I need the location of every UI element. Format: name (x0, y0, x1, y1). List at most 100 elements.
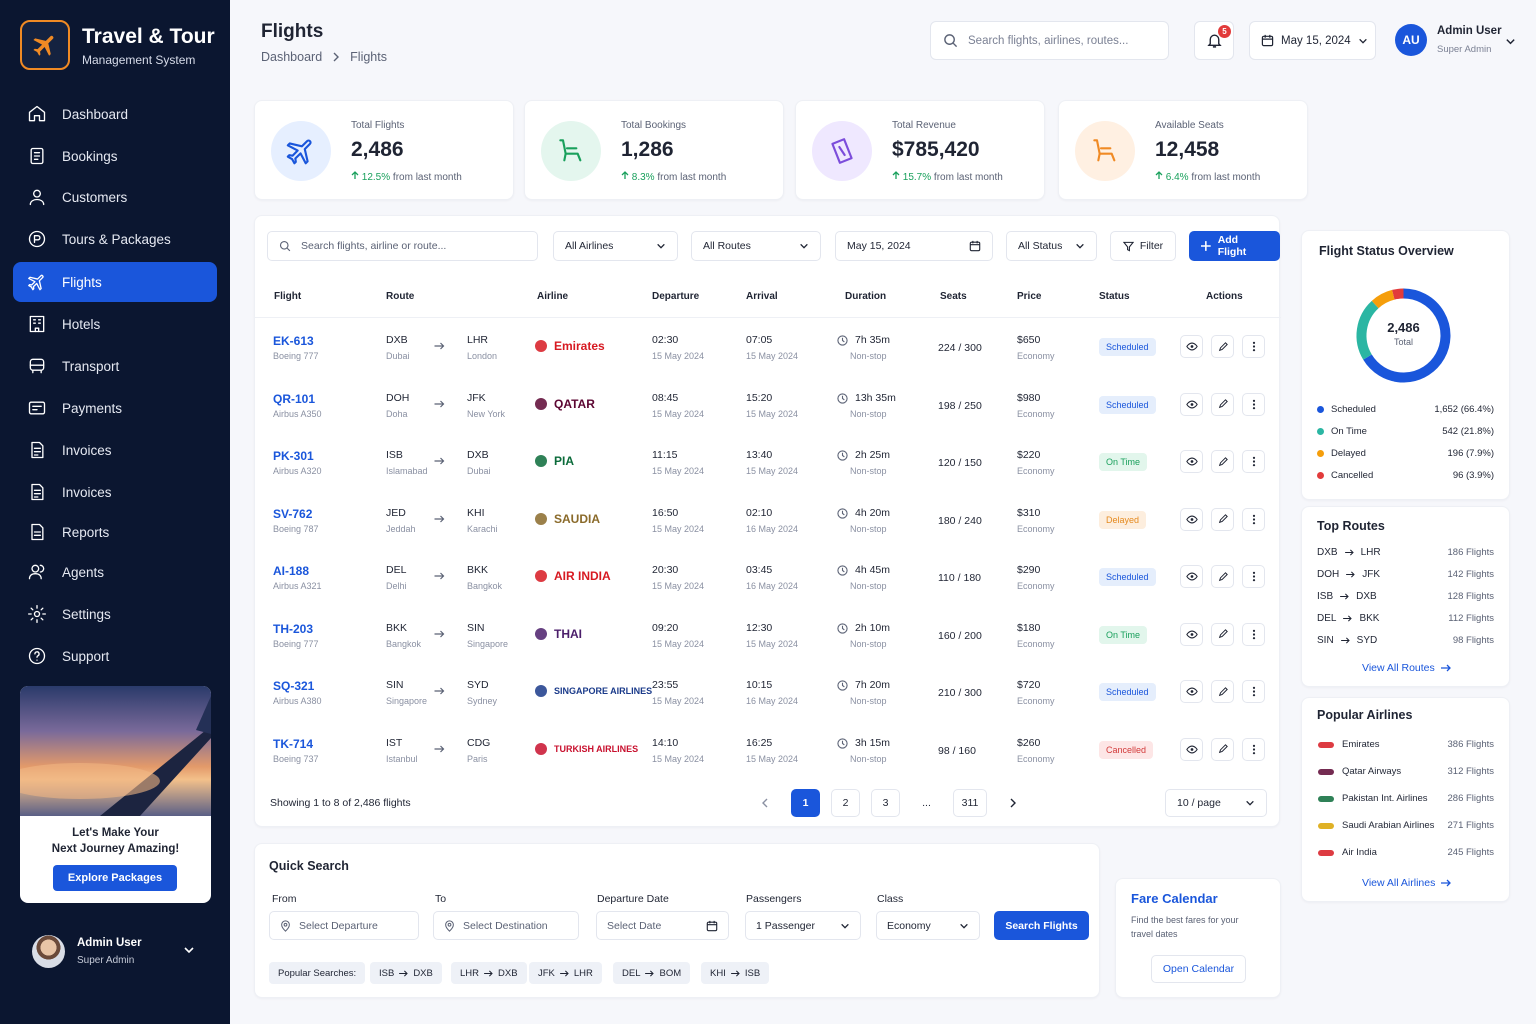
more-options-button[interactable] (1242, 335, 1265, 358)
page-button[interactable]: 2 (831, 789, 860, 817)
sidebar-item-invoices[interactable]: Invoices (13, 430, 217, 470)
airline-item[interactable]: Qatar Airways (1317, 766, 1401, 777)
date-selector[interactable]: May 15, 2024 (1249, 21, 1376, 60)
view-button[interactable] (1180, 737, 1203, 761)
table-row[interactable]: AI-188 Airbus A321 DEL Delhi BKK Bangkok… (255, 548, 1281, 605)
passengers-select[interactable]: 1 Passenger (745, 911, 861, 940)
sidebar-item-settings[interactable]: Settings (13, 594, 217, 634)
popular-search-chip[interactable]: ISB DXB (370, 962, 442, 984)
table-search-input[interactable]: Search flights, airline or route... (267, 231, 538, 261)
more-options-button[interactable] (1242, 507, 1265, 531)
class-select[interactable]: Economy (876, 911, 980, 940)
per-page-select[interactable]: 10 / page (1165, 789, 1267, 817)
add-flight-button[interactable]: Add Flight (1189, 231, 1280, 261)
top-route-item[interactable]: DEL BKK (1317, 613, 1379, 624)
more-options-button[interactable] (1242, 450, 1265, 473)
explore-packages-button[interactable]: Explore Packages (53, 865, 177, 891)
table-row[interactable]: TH-203 Boeing 777 BKK Bangkok SIN Singap… (255, 606, 1281, 663)
sidebar-item-agents[interactable]: Agents (13, 552, 217, 592)
top-route-item[interactable]: ISB DXB (1317, 591, 1377, 602)
sidebar-item-invoices[interactable]: Invoices (13, 472, 217, 512)
view-all-airlines-link[interactable]: View All Airlines (1362, 877, 1452, 889)
edit-button[interactable] (1211, 680, 1234, 703)
view-button[interactable] (1180, 622, 1203, 646)
airlines-dropdown[interactable]: All Airlines (553, 231, 678, 261)
table-row[interactable]: SQ-321 Airbus A380 SIN Singapore SYD Syd… (255, 663, 1281, 720)
departure-field[interactable]: Select Departure (269, 911, 419, 940)
sidebar-item-transport[interactable]: Transport (13, 346, 217, 386)
flight-code-link[interactable]: QR-101 (273, 392, 315, 406)
table-row[interactable]: SV-762 Boeing 787 JED Jeddah KHI Karachi… (255, 491, 1281, 548)
routes-dropdown[interactable]: All Routes (691, 231, 821, 261)
flight-code-link[interactable]: AI-188 (273, 564, 309, 578)
more-options-button[interactable] (1242, 737, 1265, 761)
departure-date-field[interactable]: Select Date (596, 911, 729, 940)
filter-button[interactable]: Filter (1110, 231, 1176, 261)
sidebar-item-reports[interactable]: Reports (13, 512, 217, 552)
table-date-picker[interactable]: May 15, 2024 (835, 231, 993, 261)
sidebar-item-flights[interactable]: Flights (13, 262, 217, 302)
next-page-button[interactable] (998, 789, 1027, 817)
view-button[interactable] (1180, 450, 1203, 473)
sidebar-item-hotels[interactable]: Hotels (13, 304, 217, 344)
popular-search-chip[interactable]: KHI ISB (701, 962, 770, 984)
airline-item[interactable]: Pakistan Int. Airlines (1317, 793, 1428, 804)
edit-button[interactable] (1211, 737, 1234, 761)
top-route-item[interactable]: DOH JFK (1317, 569, 1380, 580)
more-options-button[interactable] (1242, 565, 1265, 588)
flight-code-link[interactable]: PK-301 (273, 449, 314, 463)
popular-search-chip[interactable]: DEL BOM (613, 962, 691, 984)
table-row[interactable]: TK-714 Boeing 737 IST Istanbul CDG Paris… (255, 721, 1281, 778)
status-dropdown[interactable]: All Status (1006, 231, 1097, 261)
page-button[interactable]: 311 (953, 789, 987, 817)
sidebar-item-customers[interactable]: Customers (13, 177, 217, 217)
chevron-down-icon[interactable] (1505, 36, 1516, 47)
page-button[interactable]: 3 (871, 789, 900, 817)
breadcrumb-dashboard[interactable]: Dashboard (261, 50, 322, 64)
open-calendar-button[interactable]: Open Calendar (1151, 955, 1246, 983)
view-button[interactable] (1180, 335, 1203, 358)
global-search-input[interactable]: Search flights, airlines, routes... (930, 21, 1169, 60)
view-all-routes-link[interactable]: View All Routes (1362, 662, 1451, 674)
flight-code-link[interactable]: TH-203 (273, 622, 313, 636)
edit-button[interactable] (1211, 565, 1234, 588)
popular-search-chip[interactable]: JFK LHR (529, 962, 602, 984)
sidebar-item-bookings[interactable]: Bookings (13, 136, 217, 176)
airline-item[interactable]: Saudi Arabian Airlines (1317, 820, 1434, 831)
avatar[interactable] (32, 935, 65, 968)
edit-button[interactable] (1211, 622, 1234, 646)
sidebar-item-dashboard[interactable]: Dashboard (13, 94, 217, 134)
more-options-button[interactable] (1242, 622, 1265, 646)
top-route-item[interactable]: DXB LHR (1317, 547, 1381, 558)
edit-button[interactable] (1211, 507, 1234, 531)
prev-page-button[interactable] (750, 789, 779, 817)
table-row[interactable]: PK-301 Airbus A320 ISB Islamabad DXB Dub… (255, 433, 1281, 490)
airline-item[interactable]: Air India (1317, 847, 1377, 858)
view-button[interactable] (1180, 507, 1203, 531)
edit-button[interactable] (1211, 450, 1234, 473)
flight-code-link[interactable]: TK-714 (273, 737, 313, 751)
view-button[interactable] (1180, 680, 1203, 703)
page-button[interactable]: 1 (791, 789, 820, 817)
edit-button[interactable] (1211, 392, 1234, 416)
table-row[interactable]: QR-101 Airbus A350 DOH Doha JFK New York… (255, 376, 1281, 433)
airline-item[interactable]: Emirates (1317, 739, 1379, 750)
flight-code-link[interactable]: EK-613 (273, 334, 314, 348)
more-options-button[interactable] (1242, 680, 1265, 703)
sidebar-item-tours-packages[interactable]: Tours & Packages (13, 219, 217, 259)
destination-field[interactable]: Select Destination (433, 911, 579, 940)
top-route-item[interactable]: SIN SYD (1317, 635, 1377, 646)
avatar[interactable]: AU (1395, 24, 1427, 56)
sidebar-item-payments[interactable]: Payments (13, 388, 217, 428)
sidebar-item-support[interactable]: Support (13, 636, 217, 676)
edit-button[interactable] (1211, 335, 1234, 358)
more-options-button[interactable] (1242, 392, 1265, 416)
view-button[interactable] (1180, 565, 1203, 588)
table-row[interactable]: EK-613 Boeing 777 DXB Dubai LHR London E… (255, 318, 1281, 375)
flight-code-link[interactable]: SQ-321 (273, 679, 314, 693)
chevron-down-icon[interactable] (183, 944, 195, 956)
search-flights-button[interactable]: Search Flights (994, 911, 1089, 940)
view-button[interactable] (1180, 392, 1203, 416)
popular-search-chip[interactable]: LHR DXB (451, 962, 527, 984)
flight-code-link[interactable]: SV-762 (273, 507, 312, 521)
